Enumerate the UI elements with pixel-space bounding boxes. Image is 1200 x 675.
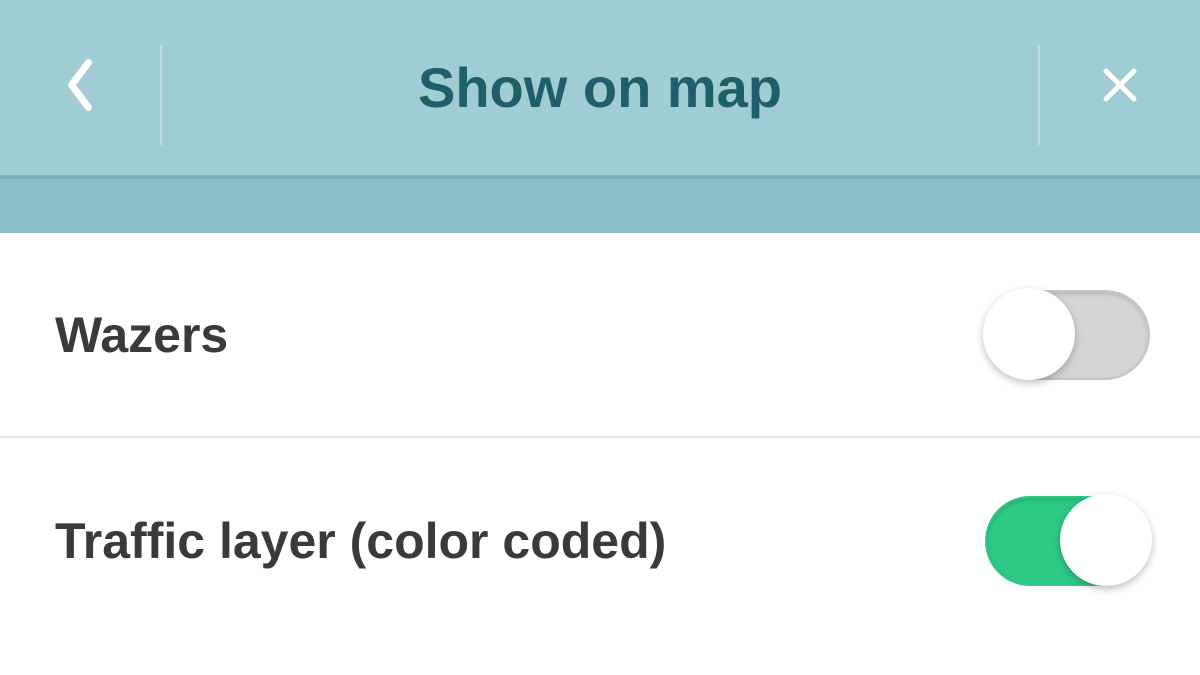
back-button[interactable] xyxy=(50,58,110,118)
chevron-left-icon xyxy=(62,57,98,118)
setting-label: Wazers xyxy=(55,306,228,364)
setting-label: Traffic layer (color coded) xyxy=(55,512,666,570)
close-icon xyxy=(1100,65,1140,110)
header-divider xyxy=(1038,45,1040,145)
setting-row-traffic-layer: Traffic layer (color coded) xyxy=(0,438,1200,643)
toggle-wazers[interactable] xyxy=(985,290,1150,380)
toggle-thumb xyxy=(1060,494,1152,586)
header-inner: Show on map xyxy=(0,55,1200,120)
page-header: Show on map xyxy=(0,0,1200,175)
page-title: Show on map xyxy=(110,55,1090,120)
settings-list: Wazers Traffic layer (color coded) xyxy=(0,233,1200,643)
toggle-thumb xyxy=(983,288,1075,380)
setting-row-wazers: Wazers xyxy=(0,233,1200,438)
sub-header-bar xyxy=(0,175,1200,233)
close-button[interactable] xyxy=(1090,58,1150,118)
toggle-traffic-layer[interactable] xyxy=(985,496,1150,586)
header-divider xyxy=(160,45,162,145)
